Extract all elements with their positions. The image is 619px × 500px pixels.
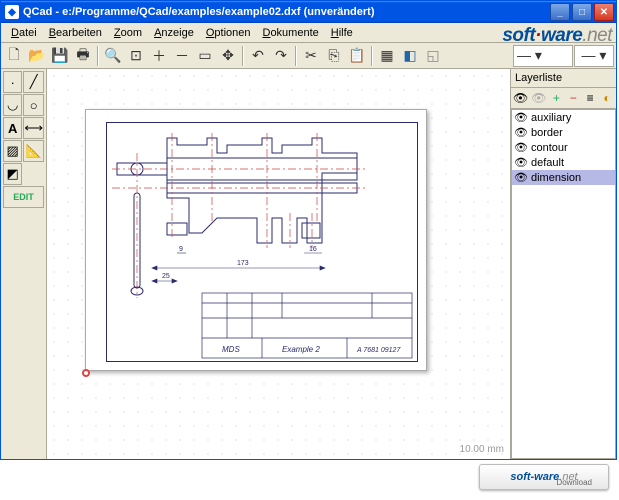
tool-point[interactable]: · <box>3 71 22 93</box>
menu-datei[interactable]: Datei <box>5 25 43 41</box>
layer-row-contour[interactable]: 👁contour <box>512 140 615 155</box>
tool-text[interactable]: A <box>3 117 22 139</box>
copy-icon[interactable]: ⎘ <box>323 45 345 67</box>
menu-bearbeiten[interactable]: Bearbeiten <box>43 25 108 41</box>
eye-icon: 👁 <box>514 156 528 169</box>
eye-icon: 👁 <box>514 141 528 154</box>
zoom-in-icon[interactable]: ＋ <box>148 45 170 67</box>
layer-row-default[interactable]: 👁default <box>512 155 615 170</box>
menu-optionen[interactable]: Optionen <box>200 25 257 41</box>
origin-marker <box>82 369 90 377</box>
eye-icon: 👁 <box>514 111 528 124</box>
titleblock-number: A 7681 09127 <box>356 347 401 354</box>
layer-row-auxiliary[interactable]: 👁auxiliary <box>512 110 615 125</box>
layer-add-icon[interactable]: + <box>549 90 563 106</box>
window-title: QCad - e:/Programme/QCad/examples/exampl… <box>23 6 550 18</box>
tool-tag[interactable]: ◩ <box>3 163 22 185</box>
new-file-icon[interactable]: 🗋 <box>3 45 25 67</box>
zoom-out-icon[interactable]: － <box>171 45 193 67</box>
layers-icon[interactable]: ◧ <box>399 45 421 67</box>
menu-dokumente[interactable]: Dokumente <box>256 25 324 41</box>
tool-line[interactable]: ╱ <box>23 71 44 93</box>
cut-icon[interactable]: ✂ <box>300 45 322 67</box>
app-window: ◆ QCad - e:/Programme/QCad/examples/exam… <box>0 0 617 460</box>
lineweight-dropdown[interactable]: — ▾ <box>574 45 614 67</box>
layer-panel-title: Layerliste <box>511 69 616 87</box>
layer-toolbar: 👁 👁 + − ≡ ◐ <box>511 87 616 109</box>
layer-edit-icon[interactable]: ◐ <box>600 90 614 106</box>
save-file-icon[interactable]: 💾 <box>49 45 71 67</box>
layer-list[interactable]: 👁auxiliary 👁border 👁contour 👁default 👁di… <box>511 109 616 459</box>
drawing-svg: 173 25 9 16 <box>107 123 417 363</box>
tool-circle[interactable]: ○ <box>23 94 44 116</box>
eye-icon: 👁 <box>514 171 528 184</box>
eye-icon: 👁 <box>514 126 528 139</box>
app-icon: ◆ <box>5 5 19 19</box>
dim-25: 25 <box>162 273 170 280</box>
menu-zoom[interactable]: Zoom <box>108 25 148 41</box>
tool-measure[interactable]: 📐 <box>23 140 44 162</box>
drawing-border: 173 25 9 16 <box>106 122 418 362</box>
menu-anzeige[interactable]: Anzeige <box>148 25 200 41</box>
layer-hideall-icon[interactable]: 👁 <box>531 90 546 106</box>
tool-arc[interactable]: ◡ <box>3 94 22 116</box>
scale-readout: 10.00 mm <box>460 444 504 455</box>
grid-icon[interactable]: ▦ <box>376 45 398 67</box>
close-button[interactable]: ✕ <box>594 3 614 21</box>
content-area: · ╱ ◡ ○ A ⟷ ▨ 📐 ◩ EDIT <box>1 69 616 459</box>
blocks-icon[interactable]: ◱ <box>422 45 444 67</box>
menu-hilfe[interactable]: Hilfe <box>325 25 359 41</box>
left-toolbox: · ╱ ◡ ○ A ⟷ ▨ 📐 ◩ EDIT <box>1 69 47 459</box>
layer-list-icon[interactable]: ≡ <box>583 90 597 106</box>
layer-row-border[interactable]: 👁border <box>512 125 615 140</box>
print-icon[interactable]: 🖶 <box>72 45 94 67</box>
titleblock-project: MDS <box>222 345 240 354</box>
tool-hatch[interactable]: ▨ <box>3 140 22 162</box>
layer-panel: Layerliste 👁 👁 + − ≡ ◐ 👁auxiliary 👁borde… <box>511 69 616 459</box>
maximize-button[interactable]: □ <box>572 3 592 21</box>
download-badge-sub: Download <box>556 478 592 487</box>
redo-icon[interactable]: ↷ <box>270 45 292 67</box>
layer-remove-icon[interactable]: − <box>566 90 580 106</box>
open-file-icon[interactable]: 📂 <box>26 45 48 67</box>
paste-icon[interactable]: 📋 <box>346 45 368 67</box>
tool-edit[interactable]: EDIT <box>3 186 44 208</box>
dim-173: 173 <box>237 260 249 267</box>
dim-16: 16 <box>309 246 317 253</box>
zoom-auto-icon[interactable]: ⊡ <box>125 45 147 67</box>
layer-row-dimension[interactable]: 👁dimension <box>512 170 615 185</box>
undo-icon[interactable]: ↶ <box>247 45 269 67</box>
menubar: Datei Bearbeiten Zoom Anzeige Optionen D… <box>1 23 616 43</box>
drawing-canvas[interactable]: 173 25 9 16 <box>47 69 511 459</box>
zoom-redraw-icon[interactable]: 🔍 <box>102 45 124 67</box>
zoom-pan-icon[interactable]: ✥ <box>217 45 239 67</box>
linestyle-dropdown[interactable]: — ▾ <box>513 45 573 67</box>
dim-9: 9 <box>179 246 183 253</box>
layer-showall-icon[interactable]: 👁 <box>513 90 528 106</box>
tool-dimension[interactable]: ⟷ <box>23 117 44 139</box>
drawing-paper: 173 25 9 16 <box>85 109 427 371</box>
titleblock-title: Example 2 <box>282 345 320 354</box>
download-badge[interactable]: soft-ware.net Download <box>479 464 609 490</box>
titlebar[interactable]: ◆ QCad - e:/Programme/QCad/examples/exam… <box>1 1 616 23</box>
watermark-logo: soft·ware.net <box>502 25 612 47</box>
zoom-window-icon[interactable]: ▭ <box>194 45 216 67</box>
minimize-button[interactable]: _ <box>550 3 570 21</box>
